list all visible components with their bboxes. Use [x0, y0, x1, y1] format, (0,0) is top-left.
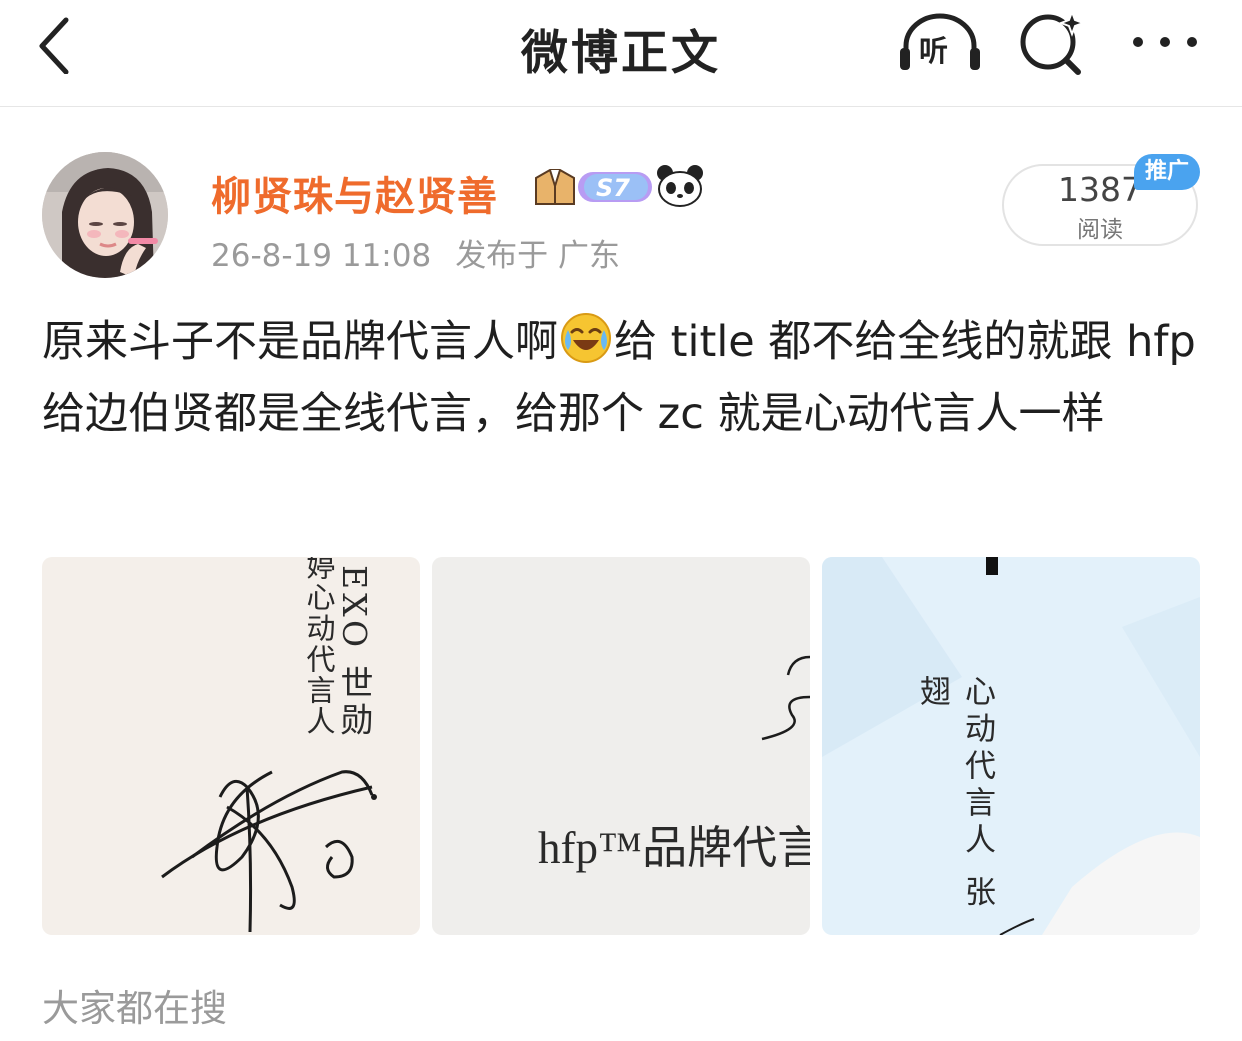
post-text: 原来斗子不是品牌代言人啊 给 title 都不给全线的就跟 hfp 给边伯贤都是…: [42, 306, 1202, 450]
top-nav-bar: 微博正文 听: [0, 0, 1242, 107]
badge-level: S7: [596, 174, 630, 202]
image-3-caption: 心动代言人 张翅: [914, 675, 995, 913]
post-location: 发布于 广东: [455, 238, 621, 274]
laugh-cry-emoji-icon: [561, 313, 611, 363]
listen-label: 听: [919, 34, 949, 68]
post-image-2[interactable]: hfp™品牌代言: [432, 557, 810, 935]
panda-badge[interactable]: [656, 164, 704, 208]
read-label: 阅读: [1077, 217, 1123, 243]
more-button[interactable]: [1128, 20, 1202, 64]
abstract-background-drawing: [822, 557, 1200, 935]
search-button[interactable]: [1018, 9, 1086, 76]
jacket-badge-icon: S7: [535, 169, 652, 205]
panda-icon: [657, 165, 703, 207]
signature-fragment-drawing: [761, 655, 810, 741]
listen-button[interactable]: 听: [898, 12, 982, 74]
author-name[interactable]: 柳贤珠与赵贤善: [211, 164, 498, 222]
trending-section-title: 大家都在搜: [42, 987, 227, 1030]
image-2-caption: hfp™品牌代言: [538, 823, 810, 873]
more-dots-icon: [1133, 37, 1197, 47]
promo-tag: 推广: [1134, 154, 1200, 190]
author-avatar[interactable]: [42, 152, 168, 278]
post-image-1[interactable]: 婷心动代言人 EXO 世勋: [42, 557, 420, 935]
member-badge[interactable]: S7: [530, 164, 654, 208]
post-date: 26-8-19 11:08: [211, 238, 432, 274]
image-1-text-line2: EXO 世勋: [335, 565, 374, 740]
post-meta: 26-8-19 11:08 发布于 广东: [211, 230, 620, 275]
post-text-part1: 原来斗子不是品牌代言人啊: [42, 317, 558, 367]
search-sparkle-icon: [1020, 9, 1086, 75]
post-image-3[interactable]: 心动代言人 张翅: [822, 557, 1200, 935]
